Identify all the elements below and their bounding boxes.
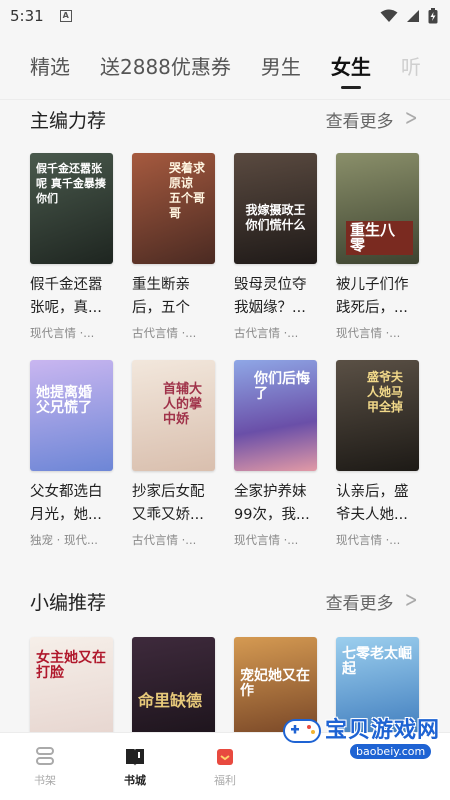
watermark-text: 宝贝游戏网 — [325, 718, 441, 743]
book-title: 父女都选白月光，她... — [30, 484, 103, 523]
chevron-right-icon: > — [404, 106, 418, 131]
status-icons — [380, 8, 438, 24]
cover-title: 首辅大人的掌中娇 — [163, 382, 203, 427]
section-header-editor-picks: 主编力荐 查看更多 > — [0, 100, 450, 138]
see-more-button[interactable]: 查看更多 > — [326, 589, 420, 614]
tab-coupon[interactable]: 送2888优惠券 — [100, 51, 231, 80]
book-card[interactable]: 重生八零 被儿子们作践死后，... 现代言情 ·... — [336, 153, 419, 341]
book-title: 假千金还嚣张呢，真... — [30, 277, 103, 316]
nav-bookstore[interactable]: 书城 — [90, 733, 180, 800]
bookshelf-icon — [36, 746, 54, 765]
book-cover: 我嫁摄政王 你们慌什么 — [234, 153, 317, 264]
see-more-button[interactable]: 查看更多 > — [326, 107, 420, 132]
cover-title: 你们后悔了 — [254, 371, 310, 402]
cover-title: 哭着求原谅 五个哥哥 — [169, 161, 206, 220]
book-card[interactable]: 首辅大人的掌中娇 抄家后女配又乖又娇... 古代言情 ·... — [132, 360, 215, 548]
tab-female[interactable]: 女生 — [331, 51, 371, 80]
nav-bookshelf-label: 书架 — [34, 773, 56, 787]
book-title: 重生断亲后，五个哥... — [132, 277, 190, 316]
nav-welfare[interactable]: 福利 — [180, 733, 270, 800]
book-meta: 独宠 · 现代... — [30, 533, 98, 547]
book-meta: 现代言情 ·... — [336, 533, 401, 547]
cover-title: 女主她又在打脸 — [36, 650, 106, 681]
book-cover: 假千金还嚣张呢 真千金暴揍你们 — [30, 153, 113, 264]
book-meta: 现代言情 ·... — [30, 326, 95, 340]
book-cover: 首辅大人的掌中娇 — [132, 360, 215, 471]
book-meta: 古代言情 ·... — [234, 326, 299, 340]
gift-icon — [217, 748, 233, 765]
cover-title: 宠妃她又在作 — [240, 668, 310, 699]
cover-title: 她提离婚 父兄慌了 — [36, 385, 92, 416]
book-cover: 哭着求原谅 五个哥哥 — [132, 153, 215, 264]
book-cover: 盛爷夫人她马甲全掉 — [336, 360, 419, 471]
status-time: 5:31 — [10, 7, 44, 25]
book-card[interactable]: 我嫁摄政王 你们慌什么 毁母灵位夺我姻缘？... 古代言情 ·... — [234, 153, 317, 341]
tab-audio[interactable]: 听 — [401, 51, 421, 80]
book-meta: 现代言情 ·... — [336, 326, 401, 340]
signal-icon — [407, 10, 419, 22]
book-card[interactable]: 哭着求原谅 五个哥哥 重生断亲后，五个哥... 古代言情 ·... — [132, 153, 215, 341]
cover-title: 重生八零 — [346, 221, 413, 255]
tab-featured[interactable]: 精选 — [30, 51, 70, 80]
battery-icon — [428, 8, 438, 24]
cover-title: 假千金还嚣张呢 真千金暴揍你们 — [36, 162, 106, 205]
gamepad-icon — [283, 719, 321, 743]
nav-bookshelf[interactable]: 书架 — [0, 733, 90, 800]
cover-title: 命里缺德 — [138, 691, 203, 710]
status-bar: 5:31 A — [0, 0, 450, 32]
book-card[interactable]: 你们后悔了 全家护养妹99次，我... 现代言情 ·... — [234, 360, 317, 548]
book-grid: 她提离婚 父兄慌了 父女都选白月光，她... 独宠 · 现代... 首辅大人的掌… — [0, 360, 450, 548]
tab-male[interactable]: 男生 — [261, 51, 301, 80]
book-meta: 古代言情 ·... — [132, 326, 197, 340]
cover-title: 我嫁摄政王 你们慌什么 — [245, 203, 306, 232]
see-more-label: 查看更多 — [325, 593, 394, 614]
section-header-recommend: 小编推荐 查看更多 > — [0, 581, 450, 621]
category-tabs: 精选 送2888优惠券 男生 女生 听 — [0, 32, 450, 100]
section-title: 小编推荐 — [30, 591, 107, 614]
book-title: 认亲后，盛爷夫人她... — [336, 484, 409, 523]
bookstore-icon — [126, 748, 144, 766]
book-card[interactable]: 她提离婚 父兄慌了 父女都选白月光，她... 独宠 · 现代... — [30, 360, 113, 548]
book-title: 抄家后女配又乖又娇... — [132, 484, 205, 523]
book-cover: 她提离婚 父兄慌了 — [30, 360, 113, 471]
book-card[interactable]: 盛爷夫人她马甲全掉 认亲后，盛爷夫人她... 现代言情 ·... — [336, 360, 419, 548]
site-watermark: 宝贝游戏网 baobeiy.com — [280, 706, 439, 776]
book-grid: 假千金还嚣张呢 真千金暴揍你们 假千金还嚣张呢，真... 现代言情 ·... 哭… — [0, 153, 450, 341]
section-title: 主编力荐 — [30, 109, 107, 132]
chevron-right-icon: > — [404, 588, 418, 613]
book-meta: 古代言情 ·... — [132, 533, 197, 547]
cover-title: 七零老太崛起 — [342, 646, 412, 677]
book-card[interactable]: 假千金还嚣张呢 真千金暴揍你们 假千金还嚣张呢，真... 现代言情 ·... — [30, 153, 113, 341]
book-meta: 现代言情 ·... — [234, 533, 299, 547]
notification-a-icon: A — [59, 10, 72, 22]
book-cover: 重生八零 — [336, 153, 419, 264]
cover-title: 盛爷夫人她马甲全掉 — [367, 370, 404, 414]
book-title: 全家护养妹99次，我... — [234, 484, 310, 523]
nav-welfare-label: 福利 — [214, 773, 236, 787]
nav-bookstore-label: 书城 — [124, 773, 146, 787]
app-screen: 5:31 A 精选 送2888优惠券 男生 女生 听 主编力荐 查看更多 > 假… — [0, 0, 450, 800]
see-more-label: 查看更多 — [325, 111, 394, 132]
book-title: 毁母灵位夺我姻缘？... — [234, 277, 307, 316]
book-title: 被儿子们作践死后，... — [336, 277, 409, 316]
book-cover: 你们后悔了 — [234, 360, 317, 471]
wifi-icon — [380, 9, 398, 22]
watermark-url: baobeiy.com — [350, 744, 432, 759]
